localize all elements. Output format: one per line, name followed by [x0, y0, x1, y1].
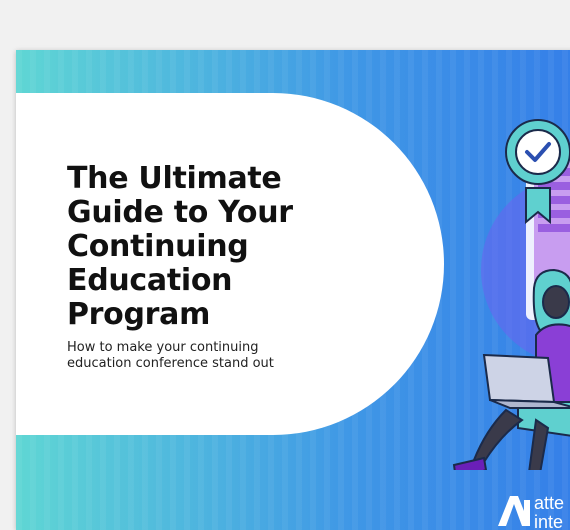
certificate-badge-icon — [505, 119, 570, 185]
ebook-cover: The Ultimate Guide to Your Continuing Ed… — [16, 50, 570, 530]
title-line: Guide to Your — [67, 195, 293, 230]
woman-with-laptop-illustration — [452, 119, 570, 470]
boot — [452, 456, 488, 470]
title-line: Continuing — [67, 229, 249, 264]
logo-text-line-2: inte — [534, 512, 564, 530]
title-line: The Ultimate — [67, 161, 282, 196]
cover-title: The Ultimate Guide to Your Continuing Ed… — [67, 162, 367, 332]
company-logo: atte inte — [496, 492, 570, 530]
subtitle-line: education conference stand out — [67, 356, 274, 371]
subtitle-line: How to make your continuing — [67, 340, 259, 355]
cover-subtitle: How to make your continuing education co… — [67, 340, 347, 372]
logo-text-line-1: atte — [534, 493, 565, 513]
title-line: Program — [67, 297, 211, 332]
title-line: Education — [67, 263, 233, 298]
ai-logo-icon — [498, 496, 530, 526]
